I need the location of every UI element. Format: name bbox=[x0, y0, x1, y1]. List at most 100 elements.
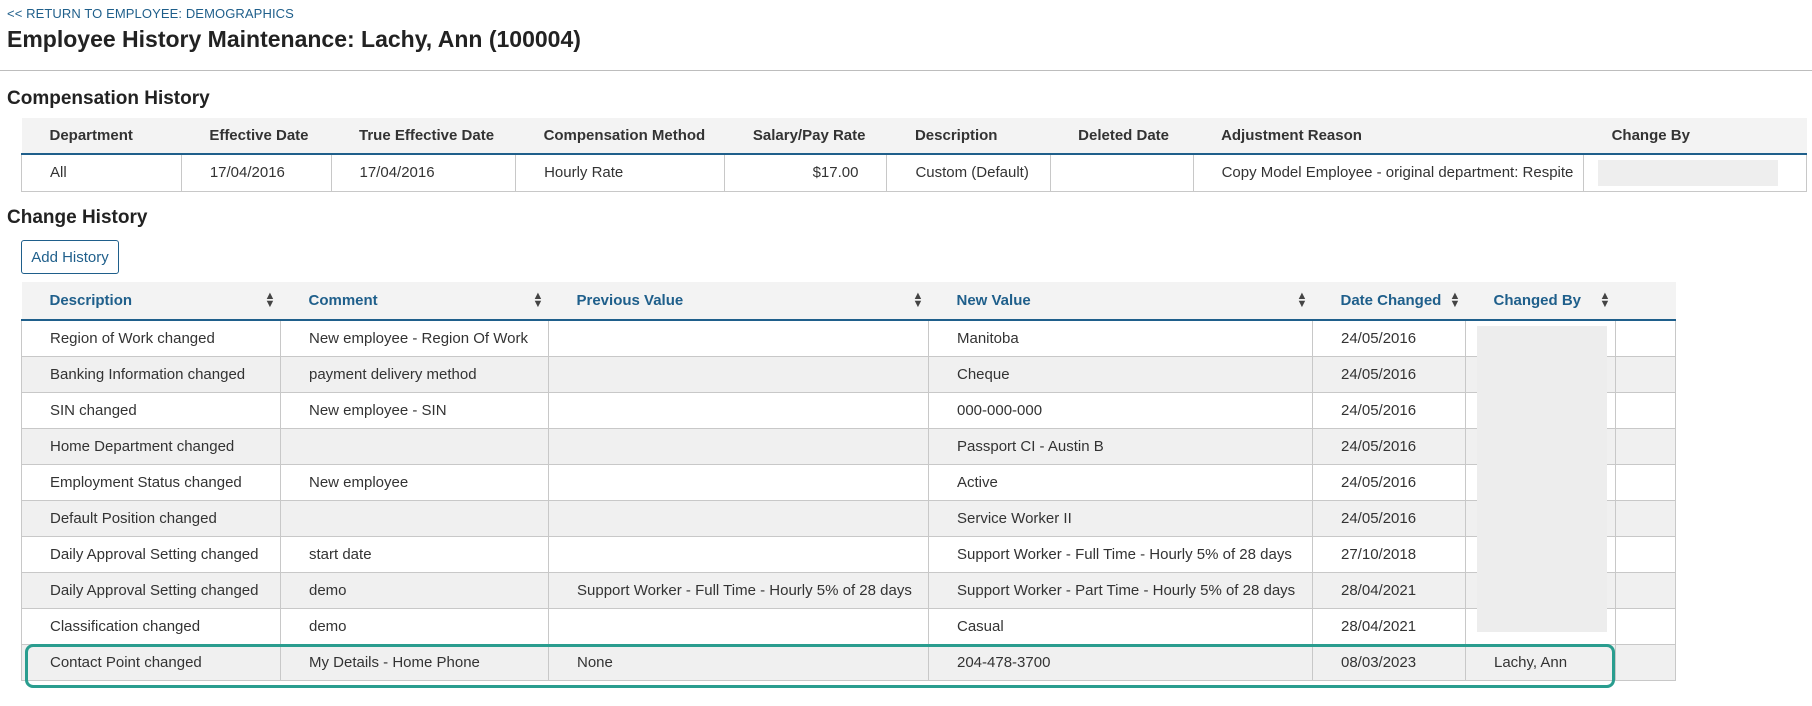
cell-spacer bbox=[1615, 355, 1676, 393]
cell-department: All bbox=[21, 153, 182, 192]
table-row: Region of Work changed New employee - Re… bbox=[21, 319, 1676, 357]
col-deleted-date: Deleted Date bbox=[1050, 118, 1194, 155]
cell-spacer bbox=[1615, 319, 1676, 357]
cell-previous-value bbox=[548, 607, 929, 645]
cell-comment: start date bbox=[280, 535, 549, 573]
col-header-description[interactable]: Description ▲ ▼ bbox=[21, 282, 281, 321]
cell-compensation-method: Hourly Rate bbox=[515, 153, 726, 192]
col-adjustment-reason: Adjustment Reason bbox=[1193, 118, 1584, 155]
cell-description: Home Department changed bbox=[21, 427, 281, 465]
cell-deleted-date bbox=[1049, 153, 1194, 192]
table-row: Banking Information changed payment deli… bbox=[21, 355, 1676, 393]
cell-new-value: 000-000-000 bbox=[928, 391, 1313, 429]
sort-icon[interactable]: ▲ ▼ bbox=[913, 291, 924, 310]
return-link[interactable]: << RETURN TO EMPLOYEE: DEMOGRAPHICS bbox=[7, 6, 294, 21]
cell-description: Region of Work changed bbox=[21, 319, 281, 357]
col-header-changed-by[interactable]: Changed By ▲ ▼ bbox=[1465, 282, 1616, 321]
cell-spacer bbox=[1615, 499, 1676, 537]
cell-description: SIN changed bbox=[21, 391, 281, 429]
col-header-new-value[interactable]: New Value ▲ ▼ bbox=[928, 282, 1313, 321]
cell-spacer bbox=[1615, 643, 1676, 681]
table-row: Default Position changed Service Worker … bbox=[21, 499, 1676, 537]
cell-description: Banking Information changed bbox=[21, 355, 281, 393]
cell-comment: New employee - Region Of Work bbox=[280, 319, 549, 357]
cell-previous-value bbox=[548, 355, 929, 393]
page-title: Employee History Maintenance: Lachy, Ann… bbox=[7, 26, 581, 52]
cell-previous-value bbox=[548, 499, 929, 537]
compensation-heading: Compensation History bbox=[7, 88, 210, 109]
cell-spacer bbox=[1615, 535, 1676, 573]
table-row: Classification changed demo Casual 28/04… bbox=[21, 607, 1676, 645]
change-history-heading: Change History bbox=[7, 207, 148, 228]
cell-date-changed: 24/05/2016 bbox=[1312, 463, 1466, 501]
cell-new-value: Support Worker - Full Time - Hourly 5% o… bbox=[928, 535, 1313, 573]
cell-salary-pay-rate: $17.00 bbox=[724, 153, 888, 192]
sort-icon[interactable]: ▲ ▼ bbox=[1450, 291, 1461, 310]
cell-new-value: Casual bbox=[928, 607, 1313, 645]
col-header-comment[interactable]: Comment ▲ ▼ bbox=[280, 282, 549, 321]
cell-date-changed: 24/05/2016 bbox=[1312, 499, 1466, 537]
col-change-by: Change By bbox=[1583, 118, 1807, 155]
cell-new-value: Passport CI - Austin B bbox=[928, 427, 1313, 465]
cell-true-effective-date: 17/04/2016 bbox=[330, 153, 517, 192]
cell-spacer bbox=[1615, 427, 1676, 465]
cell-comment: demo bbox=[280, 607, 549, 645]
cell-adjustment-reason: Copy Model Employee - original departmen… bbox=[1192, 153, 1585, 192]
cell-previous-value bbox=[548, 463, 929, 501]
table-row: Daily Approval Setting changed demo Supp… bbox=[21, 571, 1676, 609]
cell-spacer bbox=[1615, 571, 1676, 609]
cell-comment: New employee bbox=[280, 463, 549, 501]
cell-date-changed: 24/05/2016 bbox=[1312, 319, 1466, 357]
cell-date-changed: 24/05/2016 bbox=[1312, 355, 1466, 393]
cell-date-changed: 24/05/2016 bbox=[1312, 391, 1466, 429]
cell-description: Daily Approval Setting changed bbox=[21, 571, 281, 609]
col-header-date-changed[interactable]: Date Changed ▲ ▼ bbox=[1312, 282, 1466, 321]
compensation-table: Department Effective Date True Effective… bbox=[21, 118, 1807, 192]
cell-previous-value bbox=[548, 391, 929, 429]
cell-previous-value bbox=[548, 535, 929, 573]
cell-description: Classification changed bbox=[21, 607, 281, 645]
table-row-highlighted: Contact Point changed My Details - Home … bbox=[21, 643, 1676, 681]
col-compensation-method: Compensation Method bbox=[515, 118, 725, 155]
cell-new-value: 204-478-3700 bbox=[928, 643, 1313, 681]
sort-icon[interactable]: ▲ ▼ bbox=[1297, 291, 1308, 310]
cell-description: Contact Point changed bbox=[21, 643, 281, 681]
col-true-effective-date: True Effective Date bbox=[331, 118, 516, 155]
cell-comment: My Details - Home Phone bbox=[280, 643, 549, 681]
cell-change-by bbox=[1583, 153, 1807, 192]
cell-date-changed: 28/04/2021 bbox=[1312, 607, 1466, 645]
cell-previous-value bbox=[548, 427, 929, 465]
cell-date-changed: 08/03/2023 bbox=[1312, 643, 1466, 681]
change-history-table: Description ▲ ▼ Comment ▲ ▼ Previous Value ▲ ▼… bbox=[21, 282, 1676, 681]
cell-description: Custom (Default) bbox=[886, 153, 1051, 192]
sort-icon[interactable]: ▲ ▼ bbox=[533, 291, 544, 310]
col-effective-date: Effective Date bbox=[181, 118, 331, 155]
add-history-button[interactable]: Add History bbox=[21, 240, 119, 274]
redacted-changed-by-block bbox=[1477, 326, 1607, 632]
cell-date-changed: 27/10/2018 bbox=[1312, 535, 1466, 573]
title-divider bbox=[0, 70, 1812, 71]
table-row: SIN changed New employee - SIN 000-000-0… bbox=[21, 391, 1676, 429]
cell-spacer bbox=[1615, 391, 1676, 429]
cell-new-value: Cheque bbox=[928, 355, 1313, 393]
cell-description: Daily Approval Setting changed bbox=[21, 535, 281, 573]
cell-comment bbox=[280, 427, 549, 465]
cell-changed-by: Lachy, Ann bbox=[1465, 643, 1616, 681]
cell-previous-value: None bbox=[548, 643, 929, 681]
cell-comment: demo bbox=[280, 571, 549, 609]
cell-comment: payment delivery method bbox=[280, 355, 549, 393]
cell-description: Default Position changed bbox=[21, 499, 281, 537]
col-header-previous-value[interactable]: Previous Value ▲ ▼ bbox=[548, 282, 929, 321]
cell-description: Employment Status changed bbox=[21, 463, 281, 501]
col-department: Department bbox=[21, 118, 182, 155]
cell-spacer bbox=[1615, 463, 1676, 501]
cell-new-value: Service Worker II bbox=[928, 499, 1313, 537]
cell-date-changed: 24/05/2016 bbox=[1312, 427, 1466, 465]
table-row: Employment Status changed New employee A… bbox=[21, 463, 1676, 501]
cell-effective-date: 17/04/2016 bbox=[180, 153, 332, 192]
cell-previous-value: Support Worker - Full Time - Hourly 5% o… bbox=[548, 571, 929, 609]
cell-comment bbox=[280, 499, 549, 537]
sort-icon[interactable]: ▲ ▼ bbox=[265, 291, 276, 310]
cell-new-value: Support Worker - Part Time - Hourly 5% o… bbox=[928, 571, 1313, 609]
sort-icon[interactable]: ▲ ▼ bbox=[1600, 291, 1611, 310]
